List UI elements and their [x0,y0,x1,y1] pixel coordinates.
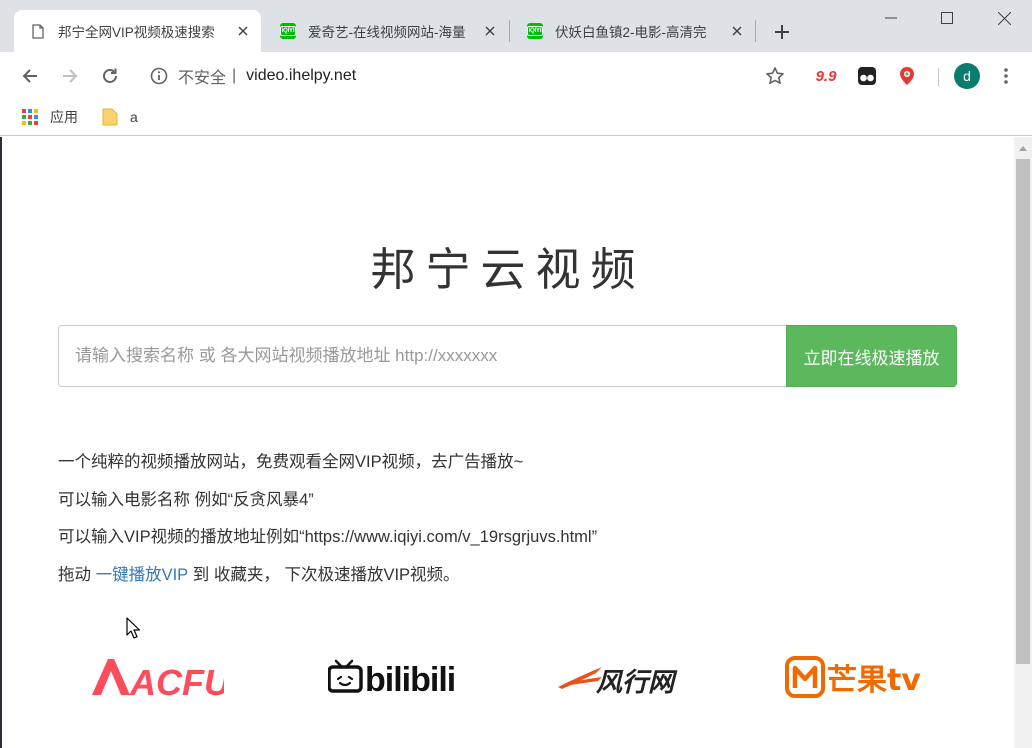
intro-line: 可以输入VIP视频的播放地址例如“https://www.iqiyi.com/v… [58,528,598,546]
tab-separator [509,20,510,42]
one-click-vip-bookmarklet[interactable]: 一键播放VIP [96,566,189,584]
fengxing-logo[interactable]: 风行网 [556,647,696,707]
arrow-left-icon [22,69,37,83]
play-now-button[interactable]: 立即在线极速播放 [786,325,957,387]
tab-strip: 邦宁全网VIP视频极速搜索 iQIYI 爱奇艺-在线视频网站-海量 iQIYI … [0,0,1032,52]
bookmark-folder-a[interactable]: a [102,106,138,128]
tab-iqiyi-home[interactable]: iQIYI 爱奇艺-在线视频网站-海量 [264,10,508,52]
tampermonkey-icon [858,67,876,85]
bookmark-label: a [130,109,138,125]
mangotv-wordmark: 芒果tv [827,663,921,698]
browser-toolbar: 不安全 | video.ihelpy.net 9.9 d [0,52,1032,100]
scroll-up-arrow[interactable] [1014,141,1032,155]
intro-suffix: 到 收藏夹， 下次极速播放VIP视频。 [192,565,460,584]
new-tab-button[interactable] [768,18,796,46]
tab-title: 邦宁全网VIP视频极速搜索 [58,25,215,40]
intro-line: 拖动 一键播放VIP 到 收藏夹， 下次极速播放VIP视频。 [58,564,597,602]
intro-line: 一个纯粹的视频播放网站，免费观看全网VIP视频，去广告播放~ [58,453,524,471]
address-separator: | [232,67,237,84]
plus-icon [775,25,789,39]
bilibili-logo[interactable]: bilibili [328,647,458,707]
url-text[interactable]: video.ihelpy.net [246,67,356,85]
location-pin-extension-icon [900,67,914,85]
vertical-scrollbar[interactable] [1014,137,1032,748]
intro-prefix: 拖动 [58,565,91,584]
mangotv-logo[interactable]: 芒果tv [785,647,935,707]
location-extension-button[interactable] [893,62,921,90]
info-icon[interactable] [150,67,168,85]
page-viewport: 邦宁云视频 立即在线极速播放 一个纯粹的视频播放网站，免费观看全网VIP视频，去… [0,137,1032,748]
caret-up-icon [1019,145,1027,151]
reload-button[interactable] [96,62,124,90]
partner-logos: ACFUN bilibili 风行网 芒果tv [0,647,1016,707]
bilibili-wordmark: bilibili [365,661,455,699]
acfun-logo[interactable]: ACFUN [90,647,224,707]
acfun-wordmark: ACFUN [129,662,224,699]
tab-iqiyi-movie[interactable]: iQIYI 伏妖白鱼镇2-电影-高清完 [511,10,755,52]
bookmark-label: 应用 [50,109,78,125]
folder-icon [102,108,118,126]
more-vertical-icon [1004,68,1008,84]
fengxing-wordmark: 风行网 [596,668,678,698]
arrow-right-icon [63,69,78,83]
site-title: 邦宁云视频 [370,244,646,295]
star-icon [766,67,784,84]
scrollbar-thumb[interactable] [1016,159,1030,664]
extension-99-button[interactable]: 9.9 [812,62,840,90]
forward-button[interactable] [56,62,84,90]
extension-99-icon: 9.9 [815,67,837,85]
profile-avatar[interactable]: d [954,63,980,89]
reload-icon [103,68,117,83]
window-left-edge [0,137,2,748]
tab-title: 爱奇艺-在线视频网站-海量 [308,25,466,40]
maximize-button[interactable] [919,0,975,36]
maximize-icon [941,12,953,24]
close-icon[interactable] [482,23,498,39]
menu-button[interactable] [992,62,1020,90]
address-bar[interactable]: 不安全 | video.ihelpy.net [140,60,760,92]
search-input[interactable] [58,325,786,387]
close-icon[interactable] [729,23,745,39]
search-form: 立即在线极速播放 [58,325,957,387]
tab-title: 伏妖白鱼镇2-电影-高清完 [555,25,707,40]
intro-line: 可以输入电影名称 例如“反贪风暴4” [58,490,314,509]
bookmark-apps[interactable]: 应用 [22,106,78,128]
toolbar-separator [938,68,939,86]
apps-grid-icon [22,109,38,125]
security-label[interactable]: 不安全 [178,64,226,88]
mouse-cursor-icon [126,617,140,639]
intro-text: 一个纯粹的视频播放网站，免费观看全网VIP视频，去广告播放~ 可以输入电影名称 … [58,451,597,601]
bookmarks-bar: 应用 a [0,100,1032,136]
iqiyi-icon: iQIYI [527,23,543,39]
tab-separator [755,20,756,42]
bookmark-star-button[interactable] [761,62,789,90]
window-close-button[interactable] [976,0,1032,36]
iqiyi-icon: iQIYI [280,23,296,39]
back-button[interactable] [16,62,44,90]
minimize-icon [885,17,897,19]
tab-active[interactable]: 邦宁全网VIP视频极速搜索 [14,10,261,52]
minimize-button[interactable] [863,0,919,36]
close-icon [997,11,1011,25]
close-icon[interactable] [235,23,251,39]
tampermonkey-button[interactable] [853,62,881,90]
page-icon [30,23,46,39]
